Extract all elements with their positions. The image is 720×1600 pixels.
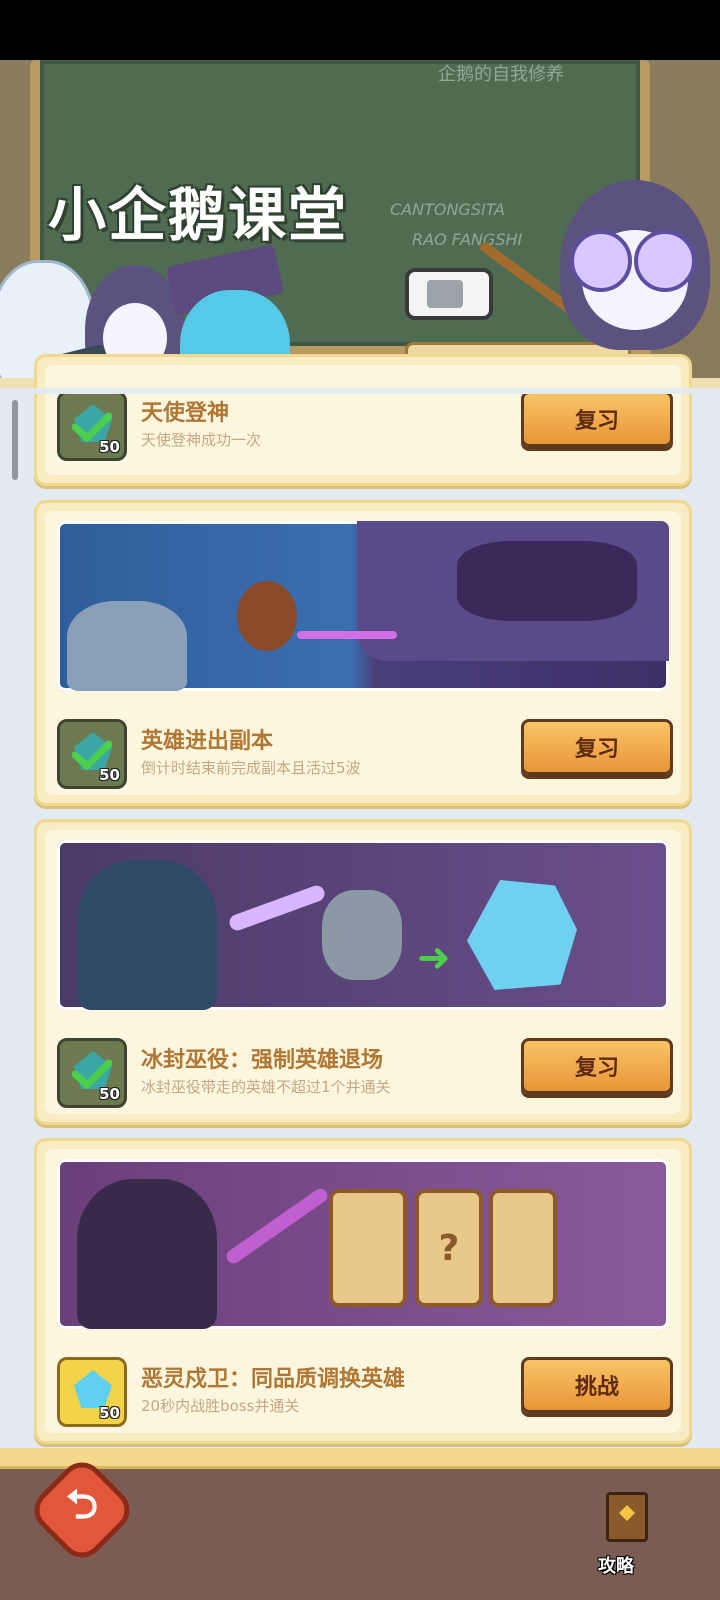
penguin-card-icon	[489, 1189, 557, 1307]
task-description: 倒计时结束前完成副本且活过5波	[141, 759, 361, 777]
guide-label[interactable]: 攻略	[598, 1552, 634, 1578]
scepter-icon	[223, 1185, 331, 1267]
knight-penguin-character	[322, 890, 402, 980]
hero-character	[237, 581, 297, 651]
card-footer: 50 恶灵戍卫：同品质调换英雄 20秒内战胜boss并通关 挑战	[37, 1343, 689, 1441]
scrollbar[interactable]	[12, 400, 18, 480]
card-footer: 50 冰封巫役：强制英雄退场 冰封巫役带走的英雄不超过1个并通关 复习	[37, 1024, 689, 1122]
review-button[interactable]: 复习	[521, 1038, 673, 1094]
header-banner: 企鹅的自我修养 CANTONGSITA RAO FANGSHI 小企鹅课堂 求生	[0, 60, 720, 388]
chalk-heading: 企鹅的自我修养	[438, 64, 564, 85]
header-shadow	[0, 388, 720, 394]
eraser-icon	[405, 268, 493, 320]
reward-badge: 50	[57, 1038, 127, 1108]
review-button[interactable]: 复习	[521, 719, 673, 775]
task-title: 冰封巫役：强制英雄退场	[141, 1048, 384, 1073]
reward-badge: 50	[57, 719, 127, 789]
lesson-illustration	[57, 521, 669, 691]
lesson-illustration: ➜	[57, 840, 669, 1010]
page-title: 小企鹅课堂	[48, 181, 349, 249]
badge-value: 50	[99, 1085, 120, 1103]
back-arrow-icon[interactable]: ⮌	[42, 1470, 122, 1550]
mystery-card-icon: ?	[415, 1189, 483, 1307]
task-description: 天使登神成功一次	[141, 431, 262, 449]
lesson-card-4: ? 50 恶灵戍卫：同品质调换英雄 20秒内战胜boss并通关 挑战	[34, 1138, 692, 1444]
giant-enemy-character	[67, 601, 187, 691]
task-description: 20秒内战胜boss并通关	[141, 1397, 300, 1415]
lesson-card-1: 50 天使登神 天使登神成功一次 复习	[34, 354, 692, 486]
badge-value: 50	[99, 1404, 120, 1422]
spiral-glasses-icon	[570, 230, 700, 292]
lesson-card-2: 50 英雄进出副本 倒计时结束前完成副本且活过5波 复习	[34, 500, 692, 806]
badge-value: 50	[99, 438, 120, 456]
badge-value: 50	[99, 766, 120, 784]
ice-block-icon	[467, 880, 577, 990]
chalk-text-line1: CANTONGSITA	[390, 200, 505, 219]
jester-guard-character	[77, 1179, 217, 1329]
lesson-card-3: ➜ 50 冰封巫役：强制英雄退场 冰封巫役带走的英雄不超过1个并通关 复习	[34, 819, 692, 1125]
task-title: 天使登神	[141, 401, 230, 426]
lesson-illustration: ?	[57, 1159, 669, 1329]
task-title: 恶灵戍卫：同品质调换英雄	[141, 1367, 406, 1392]
ice-sorcerer-character	[77, 860, 217, 1010]
hero-card-icon	[329, 1189, 407, 1307]
guide-book-icon[interactable]	[606, 1492, 648, 1542]
review-button[interactable]: 复习	[521, 391, 673, 447]
task-title: 英雄进出副本	[141, 729, 274, 754]
task-description: 冰封巫役带走的英雄不超过1个并通关	[141, 1078, 391, 1096]
reward-badge: 50	[57, 1357, 127, 1427]
chalk-text-line2: RAO FANGSHI	[412, 230, 523, 249]
status-bar	[0, 0, 720, 60]
reward-badge: 50	[57, 391, 127, 461]
arrow-right-icon: ➜	[417, 935, 451, 981]
card-footer: 50 英雄进出副本 倒计时结束前完成副本且活过5波 复习	[37, 705, 689, 803]
gem-icon	[74, 1370, 112, 1408]
path-arrow-icon	[297, 631, 397, 639]
challenge-button[interactable]: 挑战	[521, 1357, 673, 1413]
magic-staff-icon	[227, 883, 327, 933]
tentacle-boss-character	[457, 541, 637, 621]
